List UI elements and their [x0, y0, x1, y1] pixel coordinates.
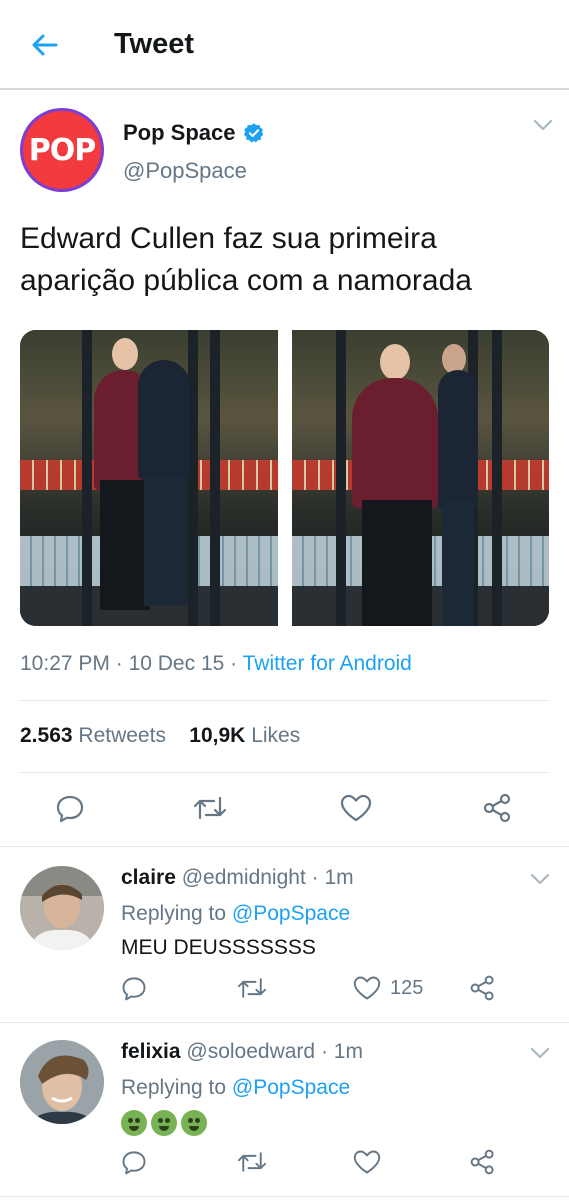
reply-icon [122, 977, 146, 1001]
reply-separator: · [320, 1040, 328, 1063]
retweet-icon [193, 796, 227, 820]
replying-to-link[interactable]: @PopSpace [232, 902, 350, 925]
heart-icon [353, 1150, 381, 1174]
reply-author-name[interactable]: felixia [121, 1040, 181, 1063]
likes-label: Likes [251, 724, 301, 747]
author-handle[interactable]: @PopSpace [123, 158, 247, 184]
chevron-down-icon [530, 1047, 550, 1059]
like-button[interactable] [336, 788, 376, 828]
share-button[interactable] [468, 968, 498, 1008]
tweet-meta: 10:27 PM · 10 Dec 15 · Twitter for Andro… [20, 652, 412, 676]
tweet-media [20, 330, 549, 626]
avatar-photo [20, 866, 104, 950]
like-button[interactable] [352, 1142, 382, 1182]
retweets-label: Retweets [78, 724, 166, 747]
avatar-photo [20, 1040, 104, 1124]
share-button[interactable] [478, 788, 518, 828]
tweet-time: 10:27 PM [20, 652, 110, 675]
replying-to: Replying to @PopSpace [121, 902, 350, 926]
reply-author-row: claire @edmidnight · 1m [121, 866, 354, 890]
nauseated-face-icon [151, 1110, 177, 1136]
reply-author-handle[interactable]: @soloedward [186, 1040, 315, 1063]
arrow-left-icon [32, 34, 58, 56]
reply-icon [122, 1151, 146, 1175]
tweet-photo-2[interactable] [291, 330, 549, 626]
reply-options-button[interactable] [530, 872, 550, 890]
tweet-date: 10 Dec 15 [128, 652, 225, 675]
reply-icon [56, 795, 84, 823]
verified-badge-icon [244, 123, 264, 143]
reply-item[interactable]: claire @edmidnight · 1m Replying to @Pop… [0, 848, 569, 1024]
retweet-icon [237, 1152, 267, 1172]
replying-prefix: Replying to [121, 1076, 227, 1099]
retweets-count: 2.563 [20, 724, 73, 747]
share-icon [470, 1149, 494, 1175]
top-bar: Tweet [0, 0, 569, 90]
reply-separator: · [311, 866, 319, 889]
tweet-text: Edward Cullen faz sua primeira aparição … [20, 222, 472, 297]
reply-author-row: felixia @soloedward · 1m [121, 1040, 363, 1064]
divider [0, 1196, 569, 1197]
avatar[interactable] [20, 866, 104, 950]
retweet-button[interactable] [236, 968, 268, 1008]
reply-time: 1m [324, 866, 354, 889]
reply-options-button[interactable] [530, 1046, 550, 1064]
avatar-logo-text: POP [28, 132, 96, 168]
reply-emojis [121, 1110, 211, 1136]
share-icon [483, 793, 511, 823]
reply-author-name[interactable]: claire [121, 866, 176, 889]
likes-stat[interactable]: 10,9K Likes [189, 724, 300, 747]
divider [0, 846, 569, 847]
avatar-logo: POP [23, 111, 101, 189]
nauseated-face-icon [121, 1110, 147, 1136]
meta-separator: · [230, 652, 238, 675]
avatar[interactable] [20, 1040, 104, 1124]
retweet-button[interactable] [236, 1142, 268, 1182]
tweet-source-link[interactable]: Twitter for Android [243, 652, 412, 675]
reply-text: MEU DEUSSSSSSS [121, 936, 316, 959]
chevron-down-icon [530, 873, 550, 885]
author-name-row[interactable]: Pop Space [123, 120, 265, 146]
like-button[interactable]: 125 [352, 968, 423, 1008]
tweet-photo-1[interactable] [20, 330, 278, 626]
back-button[interactable] [24, 28, 64, 62]
nauseated-face-icon [181, 1110, 207, 1136]
share-icon [470, 975, 494, 1001]
replying-prefix: Replying to [121, 902, 227, 925]
reply-author-handle[interactable]: @edmidnight [182, 866, 306, 889]
chevron-down-icon [533, 119, 553, 131]
likes-count: 10,9K [189, 724, 246, 747]
tweet-stats: 2.563 Retweets 10,9K Likes [20, 724, 300, 748]
tweet-options-button[interactable] [532, 118, 554, 137]
reply-button[interactable] [120, 1142, 148, 1182]
share-button[interactable] [468, 1142, 498, 1182]
retweets-stat[interactable]: 2.563 Retweets [20, 724, 166, 747]
heart-icon [353, 976, 381, 1000]
divider [20, 700, 549, 701]
reply-button[interactable] [50, 788, 90, 828]
page-title: Tweet [114, 28, 195, 60]
reply-item[interactable]: felixia @soloedward · 1m Replying to @Po… [0, 1022, 569, 1198]
replying-to: Replying to @PopSpace [121, 1076, 350, 1100]
heart-icon [340, 794, 372, 822]
like-count: 125 [390, 976, 424, 999]
retweet-button[interactable] [190, 788, 230, 828]
author-avatar[interactable]: POP [20, 108, 104, 192]
reply-time: 1m [333, 1040, 363, 1063]
divider [20, 772, 549, 773]
tweet-actions [0, 782, 569, 834]
reply-actions [0, 1142, 569, 1182]
meta-separator: · [115, 652, 123, 675]
reply-button[interactable] [120, 968, 148, 1008]
author-name: Pop Space [123, 120, 236, 145]
replying-to-link[interactable]: @PopSpace [232, 1076, 350, 1099]
retweet-icon [237, 978, 267, 998]
reply-actions: 125 [0, 968, 569, 1008]
